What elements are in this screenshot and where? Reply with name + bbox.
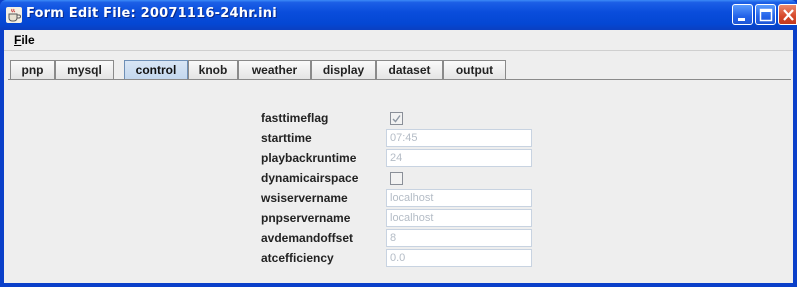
starttime-field[interactable]: 07:45 xyxy=(386,129,532,147)
minimize-icon xyxy=(738,18,745,21)
window-title: Form Edit File: 20071116-24hr.ini xyxy=(26,6,277,21)
checkmark-icon xyxy=(392,115,401,123)
atcefficiency-field[interactable]: 0.0 xyxy=(386,249,532,267)
tab-pnp[interactable]: pnp xyxy=(10,60,55,79)
tab-weather[interactable]: weather xyxy=(238,60,311,79)
minimize-button[interactable] xyxy=(732,4,753,25)
tab-dataset[interactable]: dataset xyxy=(376,60,443,79)
dynamicairspace-label: dynamicairspace xyxy=(261,171,359,185)
playbackruntime-label: playbackruntime xyxy=(261,151,357,165)
maximize-icon xyxy=(759,8,773,22)
avdemandoffset-label: avdemandoffset xyxy=(261,231,354,245)
avdemandoffset-field[interactable]: 8 xyxy=(386,229,532,247)
wsiservername-label: wsiservername xyxy=(261,191,348,205)
window-client-area: File pnp mysql control knob weather disp… xyxy=(4,30,793,283)
fasttimeflag-checkbox[interactable] xyxy=(390,112,403,125)
close-button[interactable] xyxy=(778,4,797,25)
menu-file[interactable]: File xyxy=(14,33,35,47)
pnpservername-label: pnpservername xyxy=(261,211,351,225)
tab-strip: pnp mysql control knob weather display d… xyxy=(10,60,790,80)
starttime-label: starttime xyxy=(261,131,312,145)
close-icon xyxy=(783,9,794,21)
dynamicairspace-checkbox[interactable] xyxy=(390,172,403,185)
tab-mysql[interactable]: mysql xyxy=(55,60,114,79)
pnpservername-field[interactable]: localhost xyxy=(386,209,532,227)
tab-display[interactable]: display xyxy=(311,60,376,79)
application-window: Form Edit File: 20071116-24hr.ini File p… xyxy=(0,0,797,287)
playbackruntime-field[interactable]: 24 xyxy=(386,149,532,167)
tab-output[interactable]: output xyxy=(443,60,506,79)
java-cup-icon xyxy=(6,7,22,23)
maximize-button[interactable] xyxy=(755,4,776,25)
atcefficiency-label: atcefficiency xyxy=(261,251,334,265)
tab-control[interactable]: control xyxy=(124,60,188,79)
wsiservername-field[interactable]: localhost xyxy=(386,189,532,207)
title-bar[interactable]: Form Edit File: 20071116-24hr.ini xyxy=(0,0,797,30)
fasttimeflag-label: fasttimeflag xyxy=(261,111,329,125)
tab-knob[interactable]: knob xyxy=(188,60,238,79)
menu-bar: File xyxy=(4,30,793,51)
control-tab-panel: fasttimeflag starttime 07:45 playbackrun… xyxy=(8,79,791,280)
